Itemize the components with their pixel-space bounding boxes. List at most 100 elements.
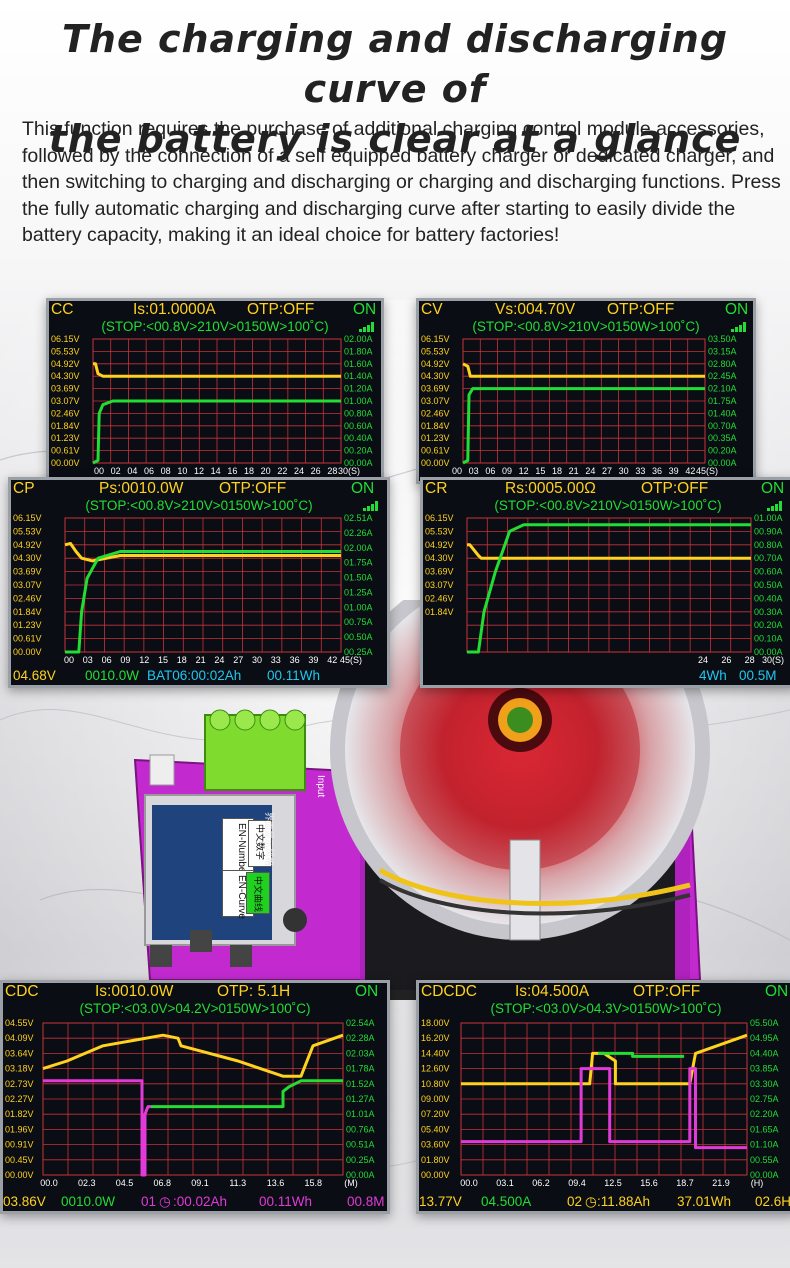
x-axis-tick-label: 18 [552, 466, 562, 476]
y-axis-left-label: 01.82V [5, 1109, 34, 1119]
y-axis-right-label: 00.90A [754, 526, 783, 536]
x-axis-tick-label: 24 [585, 466, 595, 476]
otp-status: OTP:OFF [633, 983, 701, 1000]
y-axis-right-label: 03.30A [750, 1079, 779, 1089]
y-axis-left-label: 10.80V [421, 1079, 450, 1089]
y-axis-left-label: 05.53V [51, 346, 80, 356]
y-axis-left-label: 03.07V [13, 580, 42, 590]
x-axis-tick-label: 00 [452, 466, 462, 476]
y-axis-right-label: 00.50A [344, 632, 373, 642]
x-axis-tick-label: 18 [177, 655, 187, 665]
y-axis-right-label: 01.78A [346, 1064, 375, 1074]
y-axis-left-label: 04.92V [13, 540, 42, 550]
y-axis-right-label: 00.25A [346, 1155, 375, 1165]
mode-label: CDC [5, 983, 39, 1000]
y-axis-right-label: 01.80A [344, 346, 373, 356]
y-axis-right-label: 01.75A [708, 396, 737, 406]
y-axis-right-label: 01.40A [708, 408, 737, 418]
y-axis-left-label: 03.18V [5, 1064, 34, 1074]
footer-energy: 00.11Wh [259, 1194, 313, 1209]
zh-curve-button[interactable]: 中文曲线 [246, 872, 270, 914]
x-axis-tick-label: 15 [535, 466, 545, 476]
y-axis-left-label: 00.00V [421, 458, 450, 468]
x-axis-tick-label: 03.1 [496, 1178, 514, 1188]
x-axis-tick-label: 15.8 [304, 1178, 322, 1188]
y-axis-right-label: 04.95A [750, 1033, 779, 1043]
x-axis-tick-label: 04.5 [116, 1178, 134, 1188]
x-axis-tick-label: 16 [227, 466, 237, 476]
y-axis-right-label: 00.20A [754, 620, 783, 630]
screen-cc: CC Is:01.0000A OTP:OFF ON (STOP:<00.8V>2… [46, 298, 384, 484]
y-axis-left-label: 12.60V [421, 1064, 450, 1074]
mode-label: CP [13, 480, 35, 497]
chart-cp: 06.15V 05.53V 04.92V 04.30V 03.69V 03.07V 02.4… [13, 513, 373, 665]
y-axis-left-label: 04.92V [421, 359, 450, 369]
x-axis-tick-label: 08 [161, 466, 171, 476]
x-axis-tick-label: 21 [569, 466, 579, 476]
y-axis-right-label: 01.10A [750, 1140, 779, 1150]
headline-line-1: The charging and discharging curve of [61, 17, 729, 111]
y-axis-right-label: 03.15A [708, 346, 737, 356]
discharge-trace [151, 1079, 343, 1109]
y-axis-left-label: 01.23V [13, 620, 42, 630]
x-axis-tick-label: 00 [94, 466, 104, 476]
footer-voltage: 04.68V [13, 668, 56, 683]
en-number-label: EN-Number [236, 823, 247, 876]
y-axis-left-label: 00.91V [5, 1140, 34, 1150]
y-axis-right-label: 01.75A [344, 558, 373, 568]
y-axis-left-label: 03.69V [13, 567, 42, 577]
y-axis-right-label: 02.28A [346, 1033, 375, 1043]
footer-extra: 00.5M [739, 668, 777, 683]
y-axis-left-label: 06.15V [421, 334, 450, 344]
y-axis-left-label: 03.07V [51, 396, 80, 406]
y-axis-left-label: 03.69V [51, 384, 80, 394]
y-axis-right-label: 04.40A [750, 1048, 779, 1058]
run-status: ON [351, 480, 375, 497]
setting-value: Vs:004.70V [495, 301, 576, 318]
y-axis-right-label: 01.65A [750, 1124, 779, 1134]
footer-energy: 4Wh [699, 668, 727, 683]
y-axis-right-label: 00.75A [344, 617, 373, 627]
x-axis-tick-label: 24 [214, 655, 224, 665]
otp-status: OTP:OFF [641, 480, 709, 497]
y-axis-left-label: 04.30V [13, 553, 42, 563]
x-axis-tick-label: 00.0 [40, 1178, 58, 1188]
footer-power: 0010.0W [85, 668, 140, 683]
y-axis-left-label: 01.84V [421, 421, 450, 431]
footer-capacity: :00.02Ah [173, 1194, 228, 1209]
y-axis-right-label: 02.51A [344, 513, 373, 523]
mode-label: CC [51, 301, 74, 318]
y-axis-left-label: 01.96V [5, 1124, 34, 1134]
y-axis-left-label: 01.84V [13, 607, 42, 617]
x-axis-tick-label: 21.9 [712, 1178, 730, 1188]
y-axis-left-label: 07.20V [421, 1109, 450, 1119]
y-axis-right-label: 00.80A [344, 408, 373, 418]
x-axis-tick-label: 24 [294, 466, 304, 476]
run-status: ON [765, 983, 789, 1000]
x-axis-tick-label: (H) [751, 1178, 764, 1188]
screen-cr: CR Rs:0005.00Ω OTP:OFF ON (STOP:<00.8V>2… [420, 477, 790, 688]
y-axis-right-label: 02.03A [346, 1048, 375, 1058]
intro-paragraph: This function requires the purchase of a… [22, 118, 781, 246]
y-axis-right-label: 01.52A [346, 1079, 375, 1089]
y-axis-right-label: 00.20A [708, 446, 737, 456]
x-axis-tick-label: 12 [519, 466, 529, 476]
footer-voltage: 13.77V [419, 1194, 462, 1209]
mode-label: CDCDC [421, 983, 477, 1000]
y-axis-left-label: 00.61V [421, 446, 450, 456]
setting-value: Is:0010.0W [95, 983, 174, 1000]
x-axis-tick-label: 15 [158, 655, 168, 665]
y-axis-left-label: 04.09V [5, 1033, 34, 1043]
y-axis-left-label: 00.61V [13, 634, 42, 644]
y-axis-left-label: 05.53V [13, 526, 42, 536]
x-axis-tick-label: 28 [745, 655, 755, 665]
y-axis-right-label: 00.70A [754, 553, 783, 563]
y-axis-left-label: 01.84V [51, 421, 80, 431]
x-axis-tick-label: 03 [83, 655, 93, 665]
y-axis-right-label: 00.10A [754, 634, 783, 644]
footer-voltage: 03.86V [3, 1194, 46, 1209]
x-axis-tick-label: 24 [698, 655, 708, 665]
clock-icon: ◷ [159, 1194, 171, 1209]
y-axis-right-label: 02.54A [346, 1018, 375, 1028]
x-axis-tick-label: 12 [139, 655, 149, 665]
